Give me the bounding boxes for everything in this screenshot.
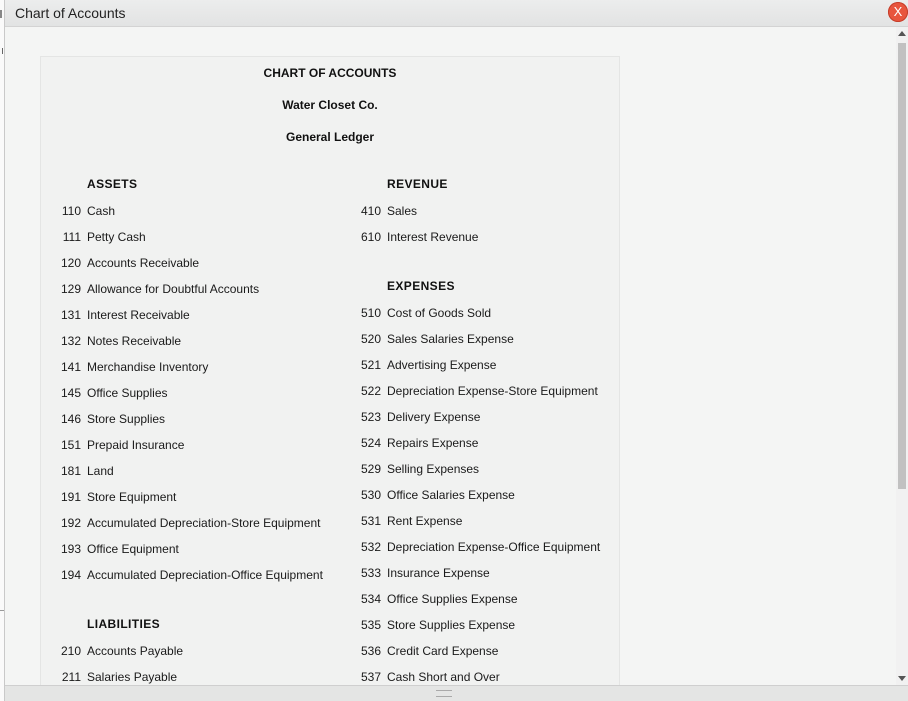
vertical-scrollbar[interactable] — [896, 27, 908, 685]
account-name: Cost of Goods Sold — [387, 306, 492, 320]
background-edge — [0, 10, 2, 18]
account-number: 531 — [360, 514, 381, 528]
account-number: 537 — [360, 670, 381, 684]
account-name: Petty Cash — [87, 230, 146, 244]
account-name: Repairs Expense — [387, 436, 479, 450]
account-number: 521 — [360, 358, 381, 372]
account-name: Rent Expense — [387, 514, 463, 528]
ledger-title: General Ledger — [285, 130, 375, 144]
account-name: Store Supplies Expense — [387, 618, 516, 632]
account-number: 535 — [360, 618, 381, 632]
account-name: Interest Receivable — [87, 308, 190, 322]
account-number: 520 — [360, 332, 381, 346]
liabilities-section-title: LIABILITIES — [87, 617, 161, 631]
account-number: 120 — [60, 256, 81, 270]
account-name: Accounts Receivable — [87, 256, 200, 270]
account-name: Credit Card Expense — [387, 644, 499, 658]
account-name: Accounts Payable — [87, 644, 184, 658]
resize-bar[interactable] — [5, 685, 908, 701]
dialog-title: Chart of Accounts — [15, 5, 126, 21]
sheet-heading: CHART OF ACCOUNTS — [263, 66, 397, 80]
account-name: Land — [87, 464, 114, 478]
account-name: Accumulated Depreciation-Office Equipmen… — [87, 568, 323, 582]
account-number: 211 — [61, 670, 81, 684]
account-number: 131 — [60, 308, 81, 322]
account-name: Office Equipment — [87, 542, 179, 556]
account-name: Office Supplies — [87, 386, 168, 400]
dialog-titlebar[interactable]: Chart of Accounts X — [5, 0, 908, 27]
assets-section-title: ASSETS — [87, 177, 138, 191]
account-name: Insurance Expense — [387, 566, 490, 580]
account-name: Store Equipment — [87, 490, 177, 504]
scroll-down-icon[interactable] — [898, 676, 906, 681]
account-number: 132 — [60, 334, 81, 348]
account-number: 610 — [360, 230, 381, 244]
account-name: Sales — [387, 204, 418, 218]
account-name: Selling Expenses — [387, 462, 480, 476]
account-number: 522 — [360, 384, 381, 398]
account-number: 536 — [360, 644, 381, 658]
account-number: 111 — [62, 230, 81, 244]
account-name: Salaries Payable — [87, 670, 178, 684]
account-number: 210 — [60, 644, 81, 658]
account-name: Depreciation Expense-Store Equipment — [387, 384, 598, 398]
account-number: 410 — [360, 204, 381, 218]
account-name: Office Salaries Expense — [387, 488, 515, 502]
account-number: 191 — [60, 490, 81, 504]
account-number: 193 — [60, 542, 81, 556]
chart-of-accounts-dialog: Chart of Accounts X CHART OF ACCOUNTS Wa… — [4, 0, 908, 701]
resize-grip-icon[interactable] — [436, 690, 452, 697]
account-name: Depreciation Expense-Office Equipment — [387, 540, 601, 554]
account-name: Delivery Expense — [387, 410, 481, 424]
account-number: 145 — [60, 386, 81, 400]
account-name: Advertising Expense — [387, 358, 497, 372]
account-number: 532 — [360, 540, 381, 554]
account-number: 523 — [360, 410, 381, 424]
account-name: Office Supplies Expense — [387, 592, 518, 606]
account-name: Merchandise Inventory — [87, 360, 209, 374]
account-number: 151 — [60, 438, 81, 452]
account-name: Interest Revenue — [387, 230, 479, 244]
company-name: Water Closet Co. — [282, 98, 378, 112]
account-name: Notes Receivable — [87, 334, 182, 348]
account-name: Store Supplies — [87, 412, 166, 426]
expenses-section-title: EXPENSES — [387, 279, 455, 293]
account-number: 530 — [360, 488, 381, 502]
account-number: 141 — [60, 360, 81, 374]
account-number: 533 — [360, 566, 381, 580]
dialog-content: CHART OF ACCOUNTS Water Closet Co. Gener… — [5, 27, 897, 685]
revenue-section-title: REVENUE — [387, 177, 448, 191]
account-number: 510 — [360, 306, 381, 320]
account-number: 129 — [60, 282, 81, 296]
account-number: 110 — [61, 204, 81, 218]
close-icon: X — [893, 4, 903, 19]
account-name: Sales Salaries Expense — [387, 332, 514, 346]
scroll-up-icon[interactable] — [898, 31, 906, 36]
account-number: 146 — [60, 412, 81, 426]
scroll-thumb[interactable] — [898, 43, 906, 489]
account-number: 194 — [60, 568, 81, 582]
chart-of-accounts-sheet: CHART OF ACCOUNTS Water Closet Co. Gener… — [40, 56, 620, 685]
account-name: Cash — [87, 204, 116, 218]
account-number: 529 — [360, 462, 381, 476]
account-number: 524 — [360, 436, 381, 450]
close-button[interactable]: X — [888, 2, 908, 22]
account-number: 534 — [360, 592, 381, 606]
account-name: Cash Short and Over — [387, 670, 500, 684]
account-number: 192 — [60, 516, 81, 530]
account-number: 181 — [60, 464, 81, 478]
account-name: Prepaid Insurance — [87, 438, 185, 452]
account-name: Allowance for Doubtful Accounts — [87, 282, 260, 296]
account-name: Accumulated Depreciation-Store Equipment — [87, 516, 321, 530]
